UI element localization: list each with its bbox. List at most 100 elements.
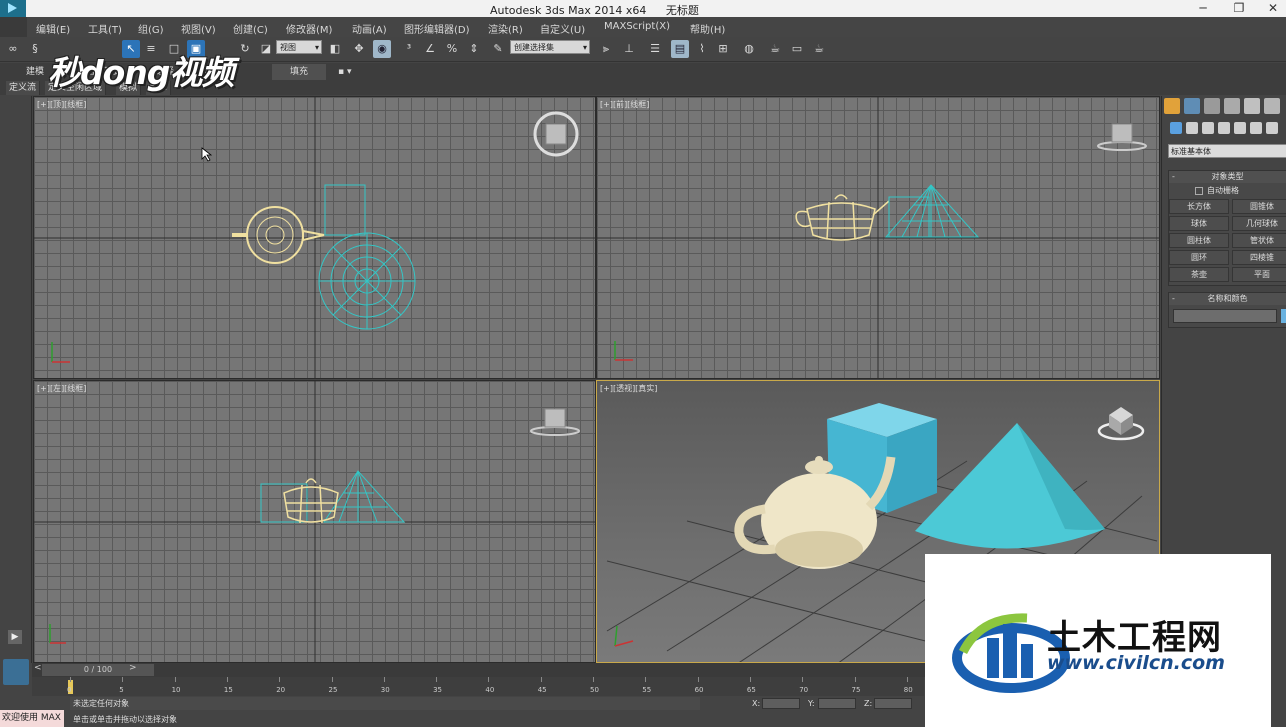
teapot-button[interactable]: 茶壶: [1169, 267, 1229, 282]
object-color-swatch[interactable]: [1281, 309, 1286, 323]
name-color-header[interactable]: - 名称和颜色: [1169, 293, 1286, 305]
ribbon-tab-populate[interactable]: 填充: [272, 64, 326, 80]
cone-button[interactable]: 圆锥体: [1232, 199, 1286, 214]
shapes-icon[interactable]: [1186, 122, 1198, 134]
restore-button[interactable]: ❐: [1222, 0, 1256, 17]
menu-customize[interactable]: 自定义(U): [540, 21, 585, 36]
viewport-left[interactable]: [+][左][线框]: [33, 380, 596, 663]
time-slider-handle[interactable]: 0 / 100: [42, 664, 154, 676]
next-frame-icon[interactable]: >: [129, 663, 137, 673]
angle-snap-icon[interactable]: ∠: [421, 40, 439, 58]
track-bar[interactable]: 0 5 10 15 20 25 30 35 40 45 50 55 60 65 70 75 80: [32, 677, 924, 696]
helpers-icon[interactable]: [1234, 122, 1246, 134]
menu-create[interactable]: 创建(C): [233, 21, 268, 36]
x-coord-input[interactable]: [762, 698, 800, 709]
move-icon[interactable]: ✥: [350, 40, 368, 58]
geometry-icon[interactable]: [1170, 122, 1182, 134]
rotate-icon[interactable]: ↻: [236, 40, 254, 58]
subtab-define-flows[interactable]: 定义流: [6, 81, 41, 95]
material-editor-icon[interactable]: ◍: [740, 40, 758, 58]
timeline-tick-label: 35: [433, 686, 443, 694]
geosphere-button[interactable]: 几何球体: [1232, 216, 1286, 231]
utilities-tab-icon[interactable]: [1264, 98, 1280, 114]
z-coord-input[interactable]: [874, 698, 912, 709]
timeline-tick-label: 40: [485, 686, 495, 694]
cylinder-button[interactable]: 圆柱体: [1169, 233, 1229, 248]
menu-graph-editors[interactable]: 图形编辑器(D): [404, 21, 470, 36]
menu-views[interactable]: 视图(V): [181, 21, 216, 36]
viewport-layout-tab: [0, 656, 32, 696]
menu-tools[interactable]: 工具(T): [88, 21, 122, 36]
graphite-toggle-icon[interactable]: ▤: [671, 40, 689, 58]
sphere-button[interactable]: 球体: [1169, 216, 1229, 231]
box-button[interactable]: 长方体: [1169, 199, 1229, 214]
ribbon-options-icon[interactable]: ▪ ▾: [332, 64, 357, 80]
play-icon[interactable]: ▶: [8, 630, 22, 644]
object-type-header[interactable]: - 对象类型: [1169, 171, 1286, 183]
minimize-button[interactable]: ─: [1186, 0, 1220, 17]
manipulate-icon[interactable]: ◉: [373, 40, 391, 58]
unlink-icon[interactable]: §: [26, 40, 44, 58]
layer-manager-icon[interactable]: ☰: [646, 40, 664, 58]
systems-icon[interactable]: [1266, 122, 1278, 134]
timeline-tick-mark: [436, 677, 438, 682]
name-color-rollout: - 名称和颜色: [1168, 292, 1286, 328]
rendered-frame-icon[interactable]: ▭: [788, 40, 806, 58]
menu-rendering[interactable]: 渲染(R): [488, 21, 523, 36]
timeline-tick-label: 55: [642, 686, 652, 694]
object-name-input[interactable]: [1173, 309, 1277, 323]
pivot-center-icon[interactable]: ◧: [326, 40, 344, 58]
menu-modifiers[interactable]: 修改器(M): [286, 21, 332, 36]
prev-frame-icon[interactable]: <: [34, 663, 42, 673]
align-icon[interactable]: ⊥: [620, 40, 638, 58]
menu-animation[interactable]: 动画(A): [352, 21, 387, 36]
timeline-tick-label: 45: [537, 686, 547, 694]
viewcube-left[interactable]: [530, 408, 580, 436]
menu-help[interactable]: 帮助(H): [690, 21, 725, 36]
edit-named-selection-icon[interactable]: ✎: [489, 40, 507, 58]
quick-access-toolbar[interactable]: [0, 17, 27, 37]
maxscript-listener[interactable]: 欢迎使用 MAX: [0, 710, 64, 727]
menu-maxscript[interactable]: MAXScript(X): [604, 21, 670, 32]
schematic-view-icon[interactable]: ⊞: [714, 40, 732, 58]
mirror-icon[interactable]: ⫸: [597, 40, 615, 58]
ref-coord-select[interactable]: 视图: [276, 40, 322, 55]
close-button[interactable]: ✕: [1256, 0, 1286, 17]
viewcube-top[interactable]: [533, 111, 579, 157]
hierarchy-tab-icon[interactable]: [1204, 98, 1220, 114]
plane-button[interactable]: 平面: [1232, 267, 1286, 282]
cameras-icon[interactable]: [1218, 122, 1230, 134]
viewcube-perspective[interactable]: [1097, 407, 1145, 441]
modify-tab-icon[interactable]: [1184, 98, 1200, 114]
viewcube-front[interactable]: [1097, 123, 1147, 151]
app-logo-icon[interactable]: [0, 0, 26, 17]
spacewarps-icon[interactable]: [1250, 122, 1262, 134]
lights-icon[interactable]: [1202, 122, 1214, 134]
menu-group[interactable]: 组(G): [138, 21, 164, 36]
curve-editor-icon[interactable]: ⌇: [693, 40, 711, 58]
link-icon[interactable]: ∞: [4, 40, 22, 58]
named-selection-set-select[interactable]: 创建选择集: [510, 40, 590, 55]
autogrid-checkbox[interactable]: 自动栅格: [1195, 185, 1239, 196]
timeline-tick-label: 75: [851, 686, 861, 694]
percent-snap-icon[interactable]: %: [443, 40, 461, 58]
viewport-top[interactable]: [+][顶][线框]: [33, 96, 596, 379]
snap-toggle-icon[interactable]: ³: [400, 40, 418, 58]
y-coord-input[interactable]: [818, 698, 856, 709]
menu-edit[interactable]: 编辑(E): [36, 21, 70, 36]
viewport-layout-icon[interactable]: [3, 659, 29, 685]
scale-icon[interactable]: ◪: [257, 40, 275, 58]
render-setup-icon[interactable]: ☕: [766, 40, 784, 58]
torus-button[interactable]: 圆环: [1169, 250, 1229, 265]
pyramid-button[interactable]: 四棱锥: [1232, 250, 1286, 265]
motion-tab-icon[interactable]: [1224, 98, 1240, 114]
spinner-snap-icon[interactable]: ⇕: [465, 40, 483, 58]
tube-button[interactable]: 管状体: [1232, 233, 1286, 248]
primitive-category-select[interactable]: 标准基本体: [1168, 144, 1286, 158]
timeline-tick-mark: [906, 677, 908, 682]
create-tab-icon[interactable]: [1164, 98, 1180, 114]
render-production-icon[interactable]: ☕: [810, 40, 828, 58]
ribbon-tab-modeling[interactable]: 建模: [20, 64, 50, 80]
viewport-front[interactable]: [+][前][线框]: [596, 96, 1160, 379]
display-tab-icon[interactable]: [1244, 98, 1260, 114]
